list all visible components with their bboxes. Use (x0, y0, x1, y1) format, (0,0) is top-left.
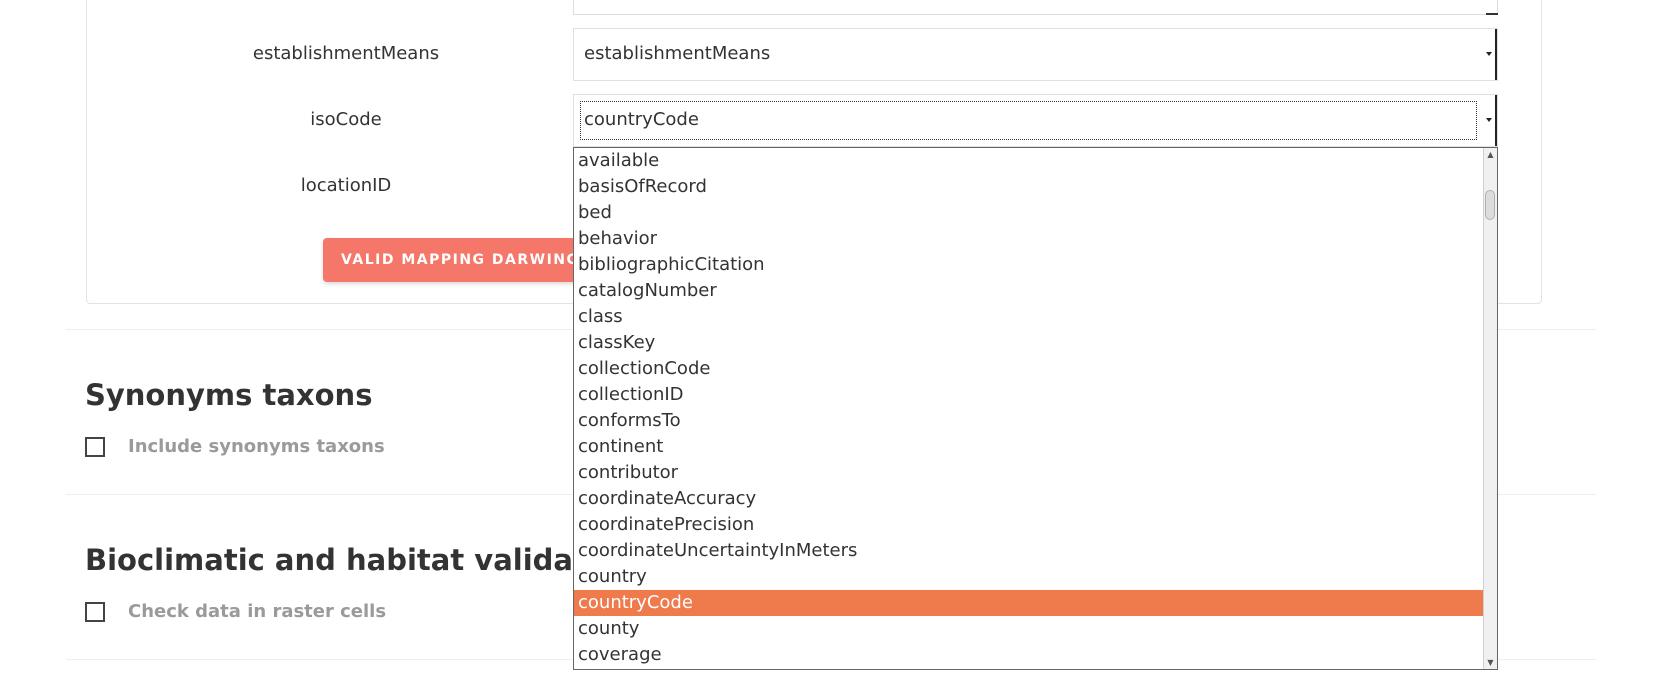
page: establishmentMeans establishmentMeans is… (0, 0, 1677, 692)
scroll-up-icon[interactable]: ▲ (1484, 148, 1497, 161)
dropdown-option[interactable]: catalogNumber (574, 278, 1483, 304)
establishmentmeans-select-value: establishmentMeans (584, 43, 771, 64)
scroll-thumb[interactable] (1485, 190, 1495, 220)
scroll-down-icon[interactable]: ▼ (1484, 656, 1497, 669)
dropdown-option[interactable]: basisOfRecord (574, 174, 1483, 200)
dropdown-option[interactable]: countryCode (574, 590, 1483, 616)
dropdown-scrollbar[interactable]: ▲ ▼ (1483, 148, 1497, 669)
establishmentmeans-select[interactable]: establishmentMeans (573, 28, 1498, 81)
dropdown-option[interactable]: county (574, 616, 1483, 642)
field-label-isocode: isoCode (310, 109, 382, 130)
dropdown-option[interactable]: coordinateAccuracy (574, 486, 1483, 512)
synonyms-checkbox[interactable] (85, 437, 105, 457)
dropdown-option[interactable]: continent (574, 434, 1483, 460)
raster-cells-checkbox[interactable] (85, 602, 105, 622)
focus-ring (580, 101, 1477, 140)
dropdown-options: available basisOfRecord bed behavior bibliog… (574, 148, 1483, 669)
dropdown-option[interactable]: bibliographicCitation (574, 252, 1483, 278)
dropdown-option[interactable]: available (574, 148, 1483, 174)
dropdown-option[interactable]: country (574, 564, 1483, 590)
dropdown-option[interactable]: coordinatePrecision (574, 512, 1483, 538)
chevron-down-icon[interactable] (1485, 95, 1497, 146)
dropdown-option[interactable]: coverage (574, 642, 1483, 668)
dropdown-option[interactable]: coordinateUncertaintyInMeters (574, 538, 1483, 564)
field-label-locationid: locationID (300, 175, 392, 196)
previous-field-select[interactable] (573, 0, 1498, 15)
isocode-select-value: countryCode (584, 109, 699, 130)
dropdown-option[interactable]: class (574, 304, 1483, 330)
dropdown-option[interactable]: contributor (574, 460, 1483, 486)
dropdown-option[interactable]: collectionID (574, 382, 1483, 408)
dropdown-option[interactable]: bed (574, 200, 1483, 226)
synonyms-checkbox-label[interactable]: Include synonyms taxons (128, 436, 385, 457)
bioclimatic-section-title: Bioclimatic and habitat validation (85, 543, 638, 577)
isocode-dropdown-list[interactable]: available basisOfRecord bed behavior bibliog… (573, 147, 1498, 670)
field-label-establishmentmeans: establishmentMeans (252, 43, 440, 64)
raster-cells-checkbox-label[interactable]: Check data in raster cells (128, 601, 386, 622)
dropdown-option[interactable]: behavior (574, 226, 1483, 252)
isocode-select[interactable]: countryCode (573, 94, 1498, 147)
dropdown-option[interactable]: classKey (574, 330, 1483, 356)
valid-mapping-button[interactable]: VALID MAPPING DARWINCO (323, 238, 583, 282)
synonyms-section-title: Synonyms taxons (85, 378, 373, 412)
chevron-down-icon[interactable] (1485, 29, 1497, 80)
dropdown-option[interactable]: conformsTo (574, 408, 1483, 434)
dropdown-option[interactable]: collectionCode (574, 356, 1483, 382)
